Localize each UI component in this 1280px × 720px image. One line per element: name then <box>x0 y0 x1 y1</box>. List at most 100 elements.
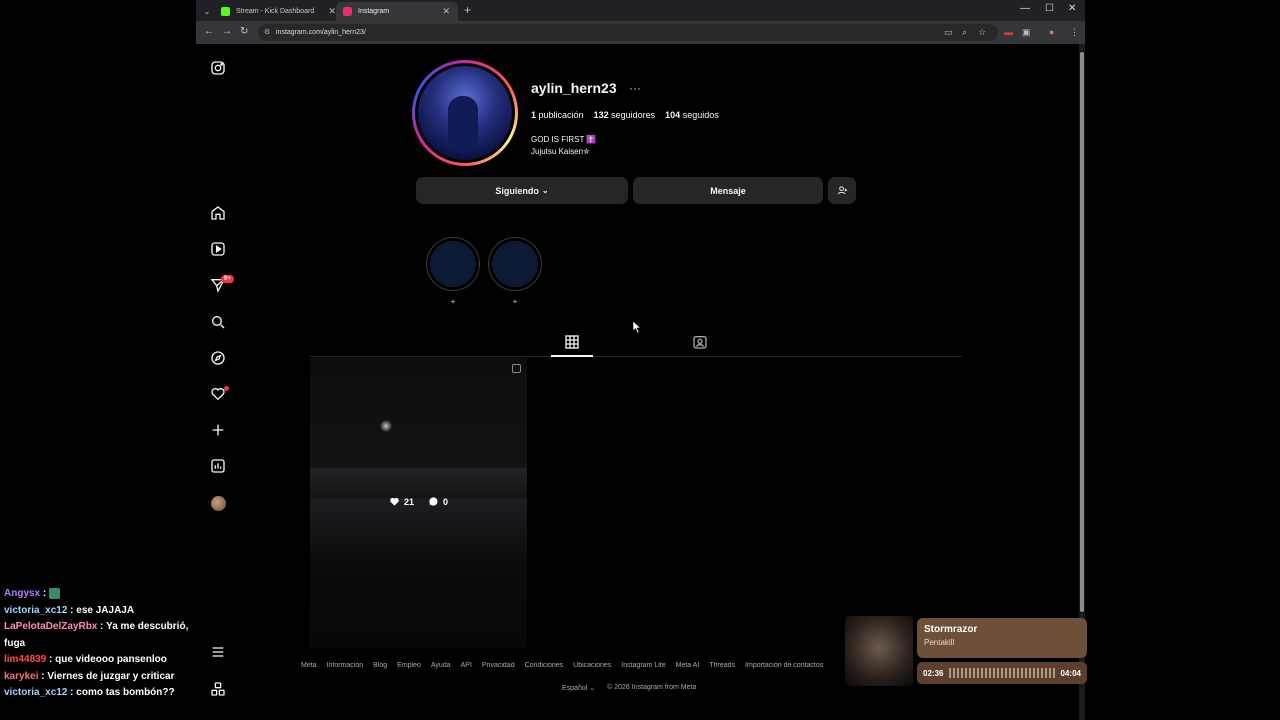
footer-link[interactable]: Información <box>327 662 364 669</box>
tagged-icon[interactable] <box>692 334 708 350</box>
chat-username[interactable]: karykei <box>4 671 38 682</box>
posts-grid-icon[interactable] <box>564 334 580 350</box>
chat-message: karykei : Viernes de juzgar y criticar <box>4 669 194 686</box>
heart-filled-icon <box>390 497 399 506</box>
chat-separator: : <box>67 687 77 698</box>
followers-label: seguidores <box>611 110 656 120</box>
music-info: Stormrazor Pentakill <box>917 618 1087 658</box>
language-label: Español <box>562 685 588 692</box>
scrollbar-thumb[interactable] <box>1080 52 1084 612</box>
following-stat[interactable]: 104 seguidos <box>665 110 719 120</box>
following-label: seguidos <box>682 110 719 120</box>
profile-avatar-icon[interactable] <box>211 496 226 511</box>
menu-kebab-icon[interactable]: ⋮ <box>1070 27 1079 38</box>
close-icon[interactable]: ✕ <box>328 6 336 17</box>
more-menu-icon[interactable] <box>208 642 228 662</box>
extensions-puzzle-icon[interactable]: ▣ <box>1022 27 1031 38</box>
chat-username[interactable]: victoria_xc12 <box>4 605 67 616</box>
chat-username[interactable]: Angysx <box>4 588 40 599</box>
options-ellipsis-icon[interactable]: ··· <box>629 81 641 95</box>
footer-link[interactable]: Empleo <box>397 662 421 669</box>
extension-icon[interactable]: ▬ <box>1004 27 1013 37</box>
close-icon[interactable]: ✕ <box>442 6 450 17</box>
also-from-meta-icon[interactable] <box>208 679 228 699</box>
profile-icon[interactable]: ● <box>1049 27 1054 37</box>
highlight-cover <box>492 241 538 287</box>
footer-link[interactable]: Privacidad <box>482 662 515 669</box>
maximize-icon[interactable]: ☐ <box>1045 3 1054 14</box>
window-close-icon[interactable]: ✕ <box>1068 3 1076 14</box>
chat-text: ese JAJAJA <box>76 604 135 616</box>
footer-link[interactable]: Ayuda <box>431 662 451 669</box>
tab-kick-dashboard[interactable]: Stream - Kick Dashboard ✕ <box>214 2 344 21</box>
url-field[interactable]: ⚙ instagram.com/aylin_hern23/ <box>258 24 998 41</box>
reels-icon[interactable] <box>208 239 228 259</box>
forward-icon[interactable]: → <box>222 26 232 37</box>
footer-link[interactable]: API <box>461 662 472 669</box>
suggest-people-button[interactable] <box>828 177 856 204</box>
notifications-badge: 9+ <box>221 275 234 283</box>
chat-separator: : <box>97 621 107 632</box>
followers-stat[interactable]: 132 seguidores <box>594 110 656 120</box>
cast-icon[interactable]: ▭ <box>944 27 953 38</box>
emote-icon <box>49 587 61 599</box>
message-button-label: Mensaje <box>710 185 746 196</box>
tab-instagram[interactable]: Instagram ✕ <box>336 2 458 21</box>
bio-line: Jujutsu Kaisen✮ <box>531 147 590 156</box>
footer-link[interactable]: Blog <box>373 662 387 669</box>
tab-search-icon[interactable]: ⌄ <box>200 4 214 18</box>
highlight-circle[interactable] <box>426 237 480 291</box>
footer-link[interactable]: Condiciones <box>525 662 564 669</box>
instagram-favicon-icon <box>343 7 352 16</box>
sidebar: 9+ <box>196 44 241 720</box>
carousel-icon <box>512 364 521 373</box>
new-tab-icon[interactable]: + <box>464 3 471 17</box>
profile-picture[interactable] <box>412 60 518 166</box>
notification-dot <box>224 386 229 391</box>
post-comments: 0 <box>428 496 448 507</box>
following-button[interactable]: Siguiendo ⌄ <box>416 177 628 204</box>
dashboard-chart-icon[interactable] <box>208 456 228 476</box>
track-progress: 02:36 04:04 <box>917 662 1087 684</box>
minimize-icon[interactable]: — <box>1020 3 1030 14</box>
bookmark-star-icon[interactable]: ☆ <box>978 27 986 38</box>
explore-compass-icon[interactable] <box>208 348 228 368</box>
browser-window: ⌄ Stream - Kick Dashboard ✕ Instagram ✕ … <box>196 0 1085 720</box>
site-info-icon[interactable]: ⚙ <box>264 24 270 41</box>
followers-count: 132 <box>593 110 609 120</box>
add-person-icon <box>837 186 847 195</box>
chat-username[interactable]: LaPelotaDelZayRbx <box>4 621 97 632</box>
home-icon[interactable] <box>208 203 228 223</box>
profile-picture-image <box>418 66 512 160</box>
active-tab-indicator <box>551 355 593 357</box>
create-plus-icon[interactable] <box>208 420 228 440</box>
posts-count: 1 <box>531 110 537 120</box>
post-thumbnail[interactable]: 21 0 <box>310 358 527 648</box>
elapsed-time: 02:36 <box>923 668 944 678</box>
reload-icon[interactable]: ↻ <box>240 26 248 37</box>
footer-link[interactable]: Instagram Lite <box>621 662 665 669</box>
back-icon[interactable]: ← <box>204 26 214 37</box>
footer-link[interactable]: Threads <box>709 662 735 669</box>
posts-stat: 1 publicación <box>531 110 584 120</box>
track-title: Stormrazor <box>924 624 978 635</box>
kick-favicon-icon <box>221 7 230 16</box>
chat-text: como tas bombón?? <box>76 687 175 698</box>
footer-link[interactable]: Meta AI <box>676 662 700 669</box>
footer-link[interactable]: Meta <box>301 662 317 669</box>
highlight-circle[interactable] <box>488 237 542 291</box>
footer-link[interactable]: Importación de contactos <box>745 662 823 669</box>
chat-username[interactable]: lim44839 <box>4 654 46 665</box>
address-bar: ← → ↻ ⚙ instagram.com/aylin_hern23/ ▭ ⌕ … <box>196 21 1085 44</box>
footer-link[interactable]: Ubicaciones <box>573 662 611 669</box>
chat-message: Angysx : <box>4 586 194 603</box>
zoom-icon[interactable]: ⌕ <box>962 27 967 38</box>
language-select[interactable]: Español ⌄ <box>562 684 595 692</box>
chat-separator: : <box>67 604 77 616</box>
search-icon[interactable] <box>208 312 228 332</box>
instagram-logo-icon[interactable] <box>208 58 228 78</box>
chat-username[interactable]: victoria_xc12 <box>4 687 67 698</box>
message-button[interactable]: Mensaje <box>633 177 823 204</box>
post-image-light <box>380 420 392 432</box>
chevron-down-icon: ⌄ <box>541 186 549 195</box>
